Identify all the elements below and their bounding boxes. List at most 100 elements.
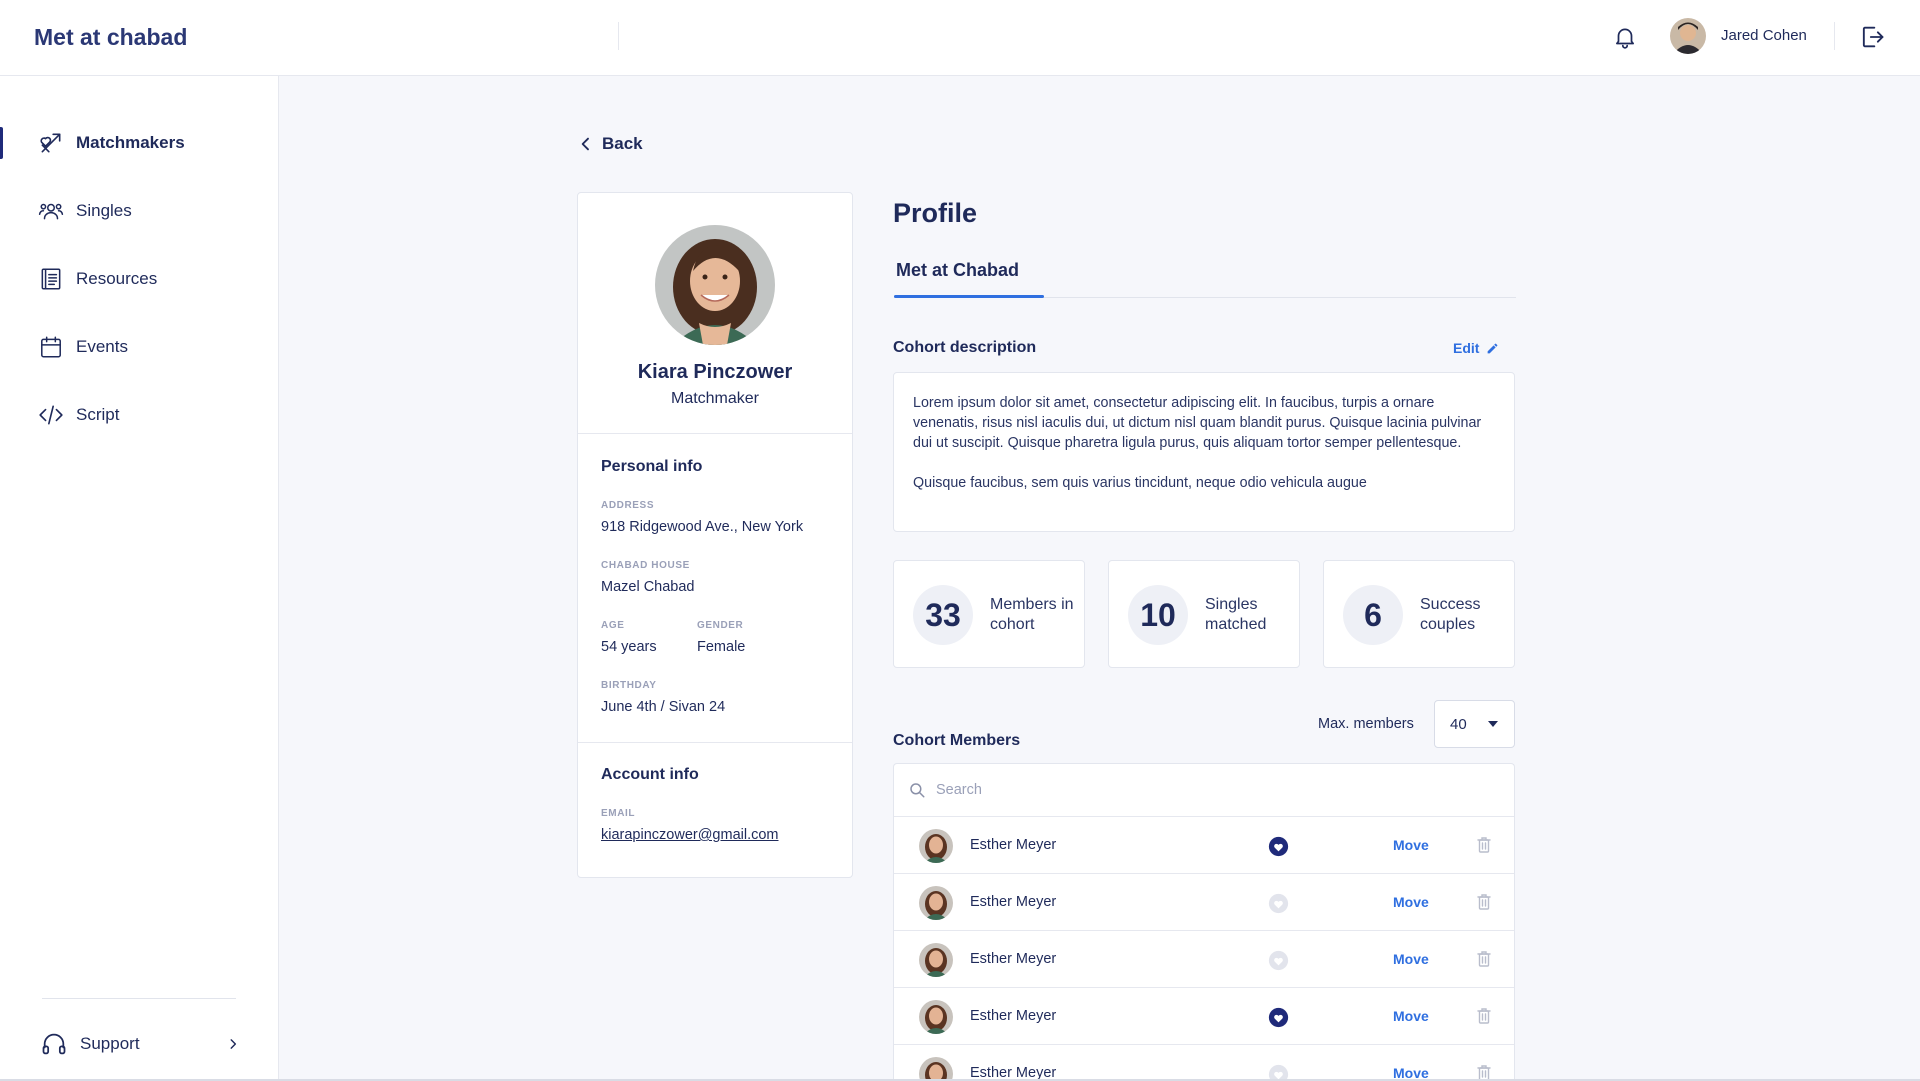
member-name: Esther Meyer <box>970 1008 1057 1024</box>
search-input[interactable] <box>936 782 1436 798</box>
topbar-divider <box>618 22 619 50</box>
table-row: Esther Meyer Move <box>894 874 1514 931</box>
stat-value: 33 <box>913 585 973 645</box>
member-avatar <box>919 1000 953 1034</box>
member-avatar <box>919 1057 953 1081</box>
heart-icon[interactable] <box>1268 893 1289 914</box>
sidebar-divider <box>42 998 236 999</box>
description-paragraph: Quisque faucibus, sem quis varius tincid… <box>913 475 1367 491</box>
profile-role: Matchmaker <box>670 390 760 407</box>
card-divider <box>578 742 852 743</box>
sidebar-item-resources[interactable]: Resources <box>0 257 279 301</box>
search-bar <box>894 764 1514 817</box>
profile-card: Kiara Pinczower Matchmaker Personal info… <box>577 192 853 878</box>
max-members-select[interactable]: 40 <box>1434 700 1515 748</box>
chevron-left-icon <box>581 137 589 151</box>
topbar-divider-right <box>1834 22 1835 50</box>
move-button[interactable]: Move <box>1393 837 1429 853</box>
stat-value: 10 <box>1128 585 1188 645</box>
table-row: Esther Meyer Move <box>894 931 1514 988</box>
gender-label: Gender <box>697 620 744 631</box>
cohort-description-title: Cohort description <box>893 339 1037 356</box>
gender-value: Female <box>697 639 746 655</box>
resources-icon <box>38 266 64 292</box>
chevron-down-icon <box>1488 721 1498 727</box>
trash-icon[interactable] <box>1476 1007 1492 1025</box>
cohort-members-title: Cohort Members <box>893 732 1021 749</box>
stat-value: 6 <box>1343 585 1403 645</box>
heart-icon[interactable] <box>1268 836 1289 857</box>
max-members-value: 40 <box>1450 715 1467 733</box>
personal-info-title: Personal info <box>601 458 703 475</box>
sidebar-item-events[interactable]: Events <box>0 325 279 369</box>
calendar-icon <box>38 334 64 360</box>
birthday-value: June 4th / Sivan 24 <box>601 699 726 715</box>
stat-card-singles: 10 Singles matched <box>1108 560 1300 668</box>
matchmakers-icon <box>38 130 64 156</box>
account-info-title: Account info <box>601 766 699 783</box>
edit-button[interactable]: Edit <box>1453 340 1499 356</box>
heart-icon[interactable] <box>1268 950 1289 971</box>
trash-icon[interactable] <box>1476 893 1492 911</box>
tab-active-indicator <box>894 295 1044 298</box>
table-row: Esther Meyer Move <box>894 988 1514 1045</box>
table-row: Esther Meyer Move <box>894 817 1514 874</box>
stat-label: Members in cohort <box>990 596 1074 633</box>
member-avatar <box>919 886 953 920</box>
user-avatar[interactable] <box>1670 18 1706 54</box>
search-icon <box>910 783 925 798</box>
support-label: Support <box>80 1034 140 1053</box>
code-icon <box>38 402 64 428</box>
move-button[interactable]: Move <box>1393 894 1429 910</box>
trash-icon[interactable] <box>1476 950 1492 968</box>
member-avatar <box>919 943 953 977</box>
stat-label: Singles matched <box>1205 596 1267 633</box>
back-label: Back <box>602 134 643 153</box>
tab-met-at-chabad[interactable]: Met at Chabad <box>896 260 1019 281</box>
sidebar-item-label: Singles <box>76 201 132 220</box>
members-list: Esther Meyer Move Esther Meyer Move Esther M… <box>893 763 1515 1081</box>
headset-icon <box>42 1033 66 1055</box>
stat-label: Success couples <box>1420 596 1481 633</box>
description-paragraph: Lorem ipsum dolor sit amet, consectetur … <box>913 395 1482 451</box>
sidebar-item-label: Events <box>76 337 128 356</box>
age-label: Age <box>601 620 625 631</box>
page-title: Profile <box>893 198 978 228</box>
cohort-description-box: Lorem ipsum dolor sit amet, consectetur … <box>893 372 1515 532</box>
stat-card-members: 33 Members in cohort <box>893 560 1085 668</box>
card-divider <box>578 433 852 434</box>
logout-icon[interactable] <box>1858 23 1886 51</box>
stat-card-couples: 6 Success couples <box>1323 560 1515 668</box>
trash-icon[interactable] <box>1476 836 1492 854</box>
address-label: Address <box>601 500 655 511</box>
profile-name: Kiara Pinczower <box>637 361 793 383</box>
member-name: Esther Meyer <box>970 894 1057 910</box>
email-link[interactable]: kiarapinczower@gmail.com <box>601 827 779 843</box>
member-avatar <box>919 829 953 863</box>
move-button[interactable]: Move <box>1393 951 1429 967</box>
support-link[interactable]: Support <box>40 1024 240 1064</box>
sidebar-item-label: Resources <box>76 269 158 288</box>
sidebar-item-label: Matchmakers <box>76 133 185 152</box>
back-button[interactable]: Back <box>578 134 643 154</box>
move-button[interactable]: Move <box>1393 1008 1429 1024</box>
top-bar: Met at chabad Jared Cohen <box>0 0 1920 76</box>
table-row: Esther Meyer Move <box>894 1045 1514 1081</box>
address-value: 918 Ridgewood Ave., New York <box>601 519 804 535</box>
pencil-icon <box>1488 343 1498 353</box>
sidebar-item-script[interactable]: Script <box>0 393 279 437</box>
chabad-house-label: Chabad house <box>601 560 690 571</box>
singles-icon <box>38 198 64 224</box>
email-label: Email <box>601 808 636 819</box>
max-members-label: Max. members <box>1318 716 1414 732</box>
birthday-label: Birthday <box>601 680 657 691</box>
age-value: 54 years <box>601 639 657 655</box>
member-name: Esther Meyer <box>970 951 1057 967</box>
bell-icon[interactable] <box>1612 24 1638 50</box>
sidebar-item-matchmakers[interactable]: Matchmakers <box>0 121 279 165</box>
brand-title[interactable]: Met at chabad <box>34 24 187 51</box>
sidebar-item-singles[interactable]: Singles <box>0 189 279 233</box>
user-name[interactable]: Jared Cohen <box>1721 27 1807 44</box>
edit-label: Edit <box>1453 340 1480 356</box>
heart-icon[interactable] <box>1268 1007 1289 1028</box>
